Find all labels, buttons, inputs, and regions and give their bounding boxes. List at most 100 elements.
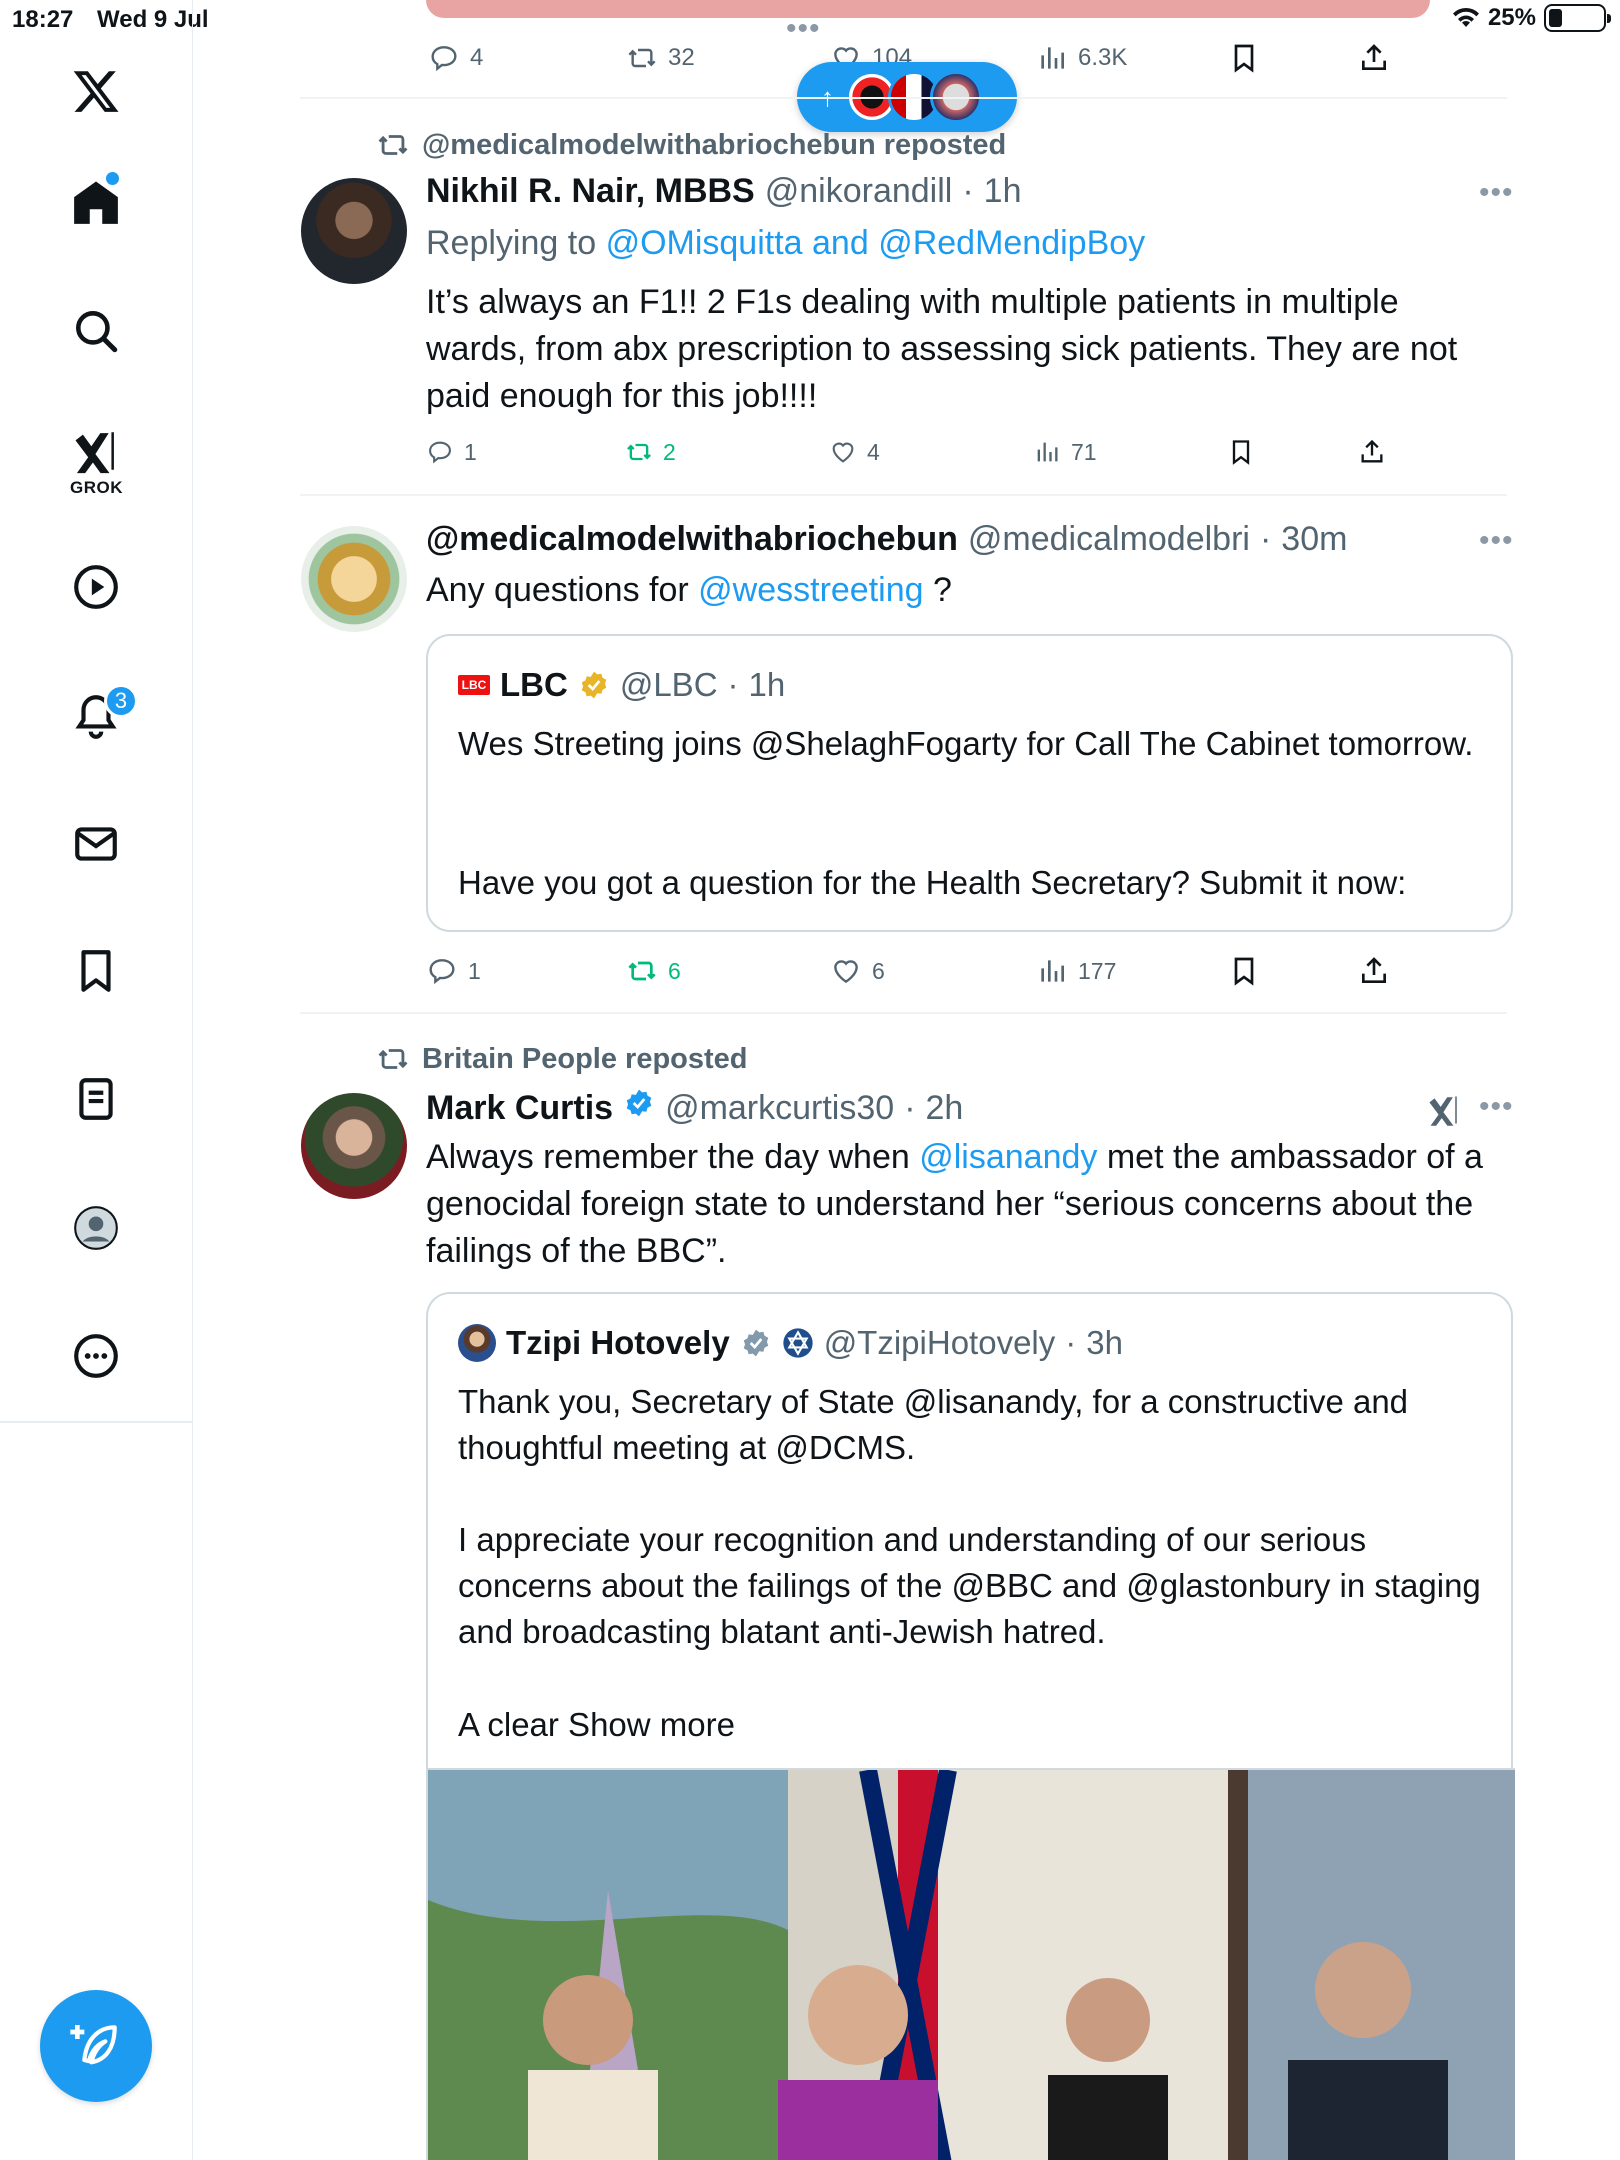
timeline-feed[interactable]: 4 32 104 6.3K ↑ @medicalmodelwithabrioch (193, 0, 1620, 2160)
post-text: Any questions for @wesstreeting ? (426, 567, 1496, 614)
mention-link[interactable]: @lisanandy (919, 1138, 1097, 1176)
quote-media-photo[interactable] (428, 1768, 1515, 2160)
like-button[interactable]: 4 (829, 438, 880, 466)
home-icon[interactable] (55, 162, 137, 244)
views-count: 71 (1071, 438, 1097, 465)
quote-time: 1h (748, 666, 786, 703)
verified-grey-badge-icon (743, 1329, 768, 1357)
compose-feather-icon (70, 2025, 117, 2065)
quoted-post[interactable]: Tzipi Hotovely @TzipiHotovely · 3h Thank… (426, 1292, 1515, 2160)
replying-to-label: Replying to (426, 224, 597, 262)
sidebar-divider (0, 1421, 193, 1423)
author-handle[interactable]: @medicalmodelbri (968, 520, 1250, 559)
post-more-button[interactable]: ••• (1479, 1090, 1514, 1124)
repost-attribution[interactable]: Britain People reposted (376, 1042, 748, 1076)
more-options-icon[interactable] (55, 1315, 137, 1397)
like-count: 4 (867, 438, 880, 465)
quote-show-more-text[interactable]: A clear Show more (458, 1702, 1488, 1748)
author-name[interactable]: Mark Curtis (426, 1089, 613, 1128)
post-text-prefix: Any questions for (426, 571, 689, 609)
reply-icon (429, 441, 451, 464)
quote-header: Tzipi Hotovely @TzipiHotovely · 3h (458, 1324, 1123, 1362)
views-button[interactable]: 177 (1036, 955, 1116, 987)
replying-to-line: Replying to @OMisquitta and @RedMendipBo… (426, 220, 1496, 267)
repost-icon (378, 1049, 408, 1069)
views-count: 6.3K (1078, 44, 1128, 71)
repost-count: 32 (668, 44, 695, 71)
dot-separator: · (904, 1089, 916, 1127)
reply-icon (429, 959, 455, 985)
repost-button[interactable]: 32 (626, 42, 695, 74)
avatar[interactable] (301, 526, 407, 632)
bookmark-icon (1234, 44, 1254, 73)
post-time[interactable]: 1h (984, 172, 1022, 211)
reply-count: 1 (468, 957, 481, 984)
heart-icon (834, 960, 858, 984)
share-icon (1362, 44, 1386, 70)
repost-icon (627, 443, 651, 461)
avatar[interactable] (301, 1093, 407, 1199)
quote-author-handle: @LBC (619, 666, 718, 703)
post-divider (300, 1012, 1507, 1014)
quote-text: I appreciate your recognition and unders… (458, 1521, 1481, 1650)
mention-link[interactable]: @wesstreeting (698, 571, 923, 609)
reply-icon (431, 46, 457, 72)
share-button[interactable] (1358, 955, 1390, 987)
x-logo-icon[interactable] (55, 50, 137, 132)
lbc-logo-icon: LBC (458, 675, 490, 695)
quoted-post[interactable]: LBC LBC @LBC · 1h Wes Streeting joins @S… (426, 634, 1513, 932)
dot-separator: · (1259, 520, 1272, 558)
messages-envelope-icon[interactable] (55, 803, 137, 885)
repost-button[interactable]: 6 (626, 955, 681, 987)
views-button[interactable]: 71 (1033, 438, 1097, 466)
post-more-button[interactable]: ••• (1479, 524, 1514, 558)
bookmark-button[interactable] (1228, 955, 1260, 987)
quote-avatar (458, 1324, 496, 1362)
repost-count: 6 (668, 957, 681, 984)
dot-separator: · (962, 172, 974, 210)
post-header: Nikhil R. Nair, MBBS @nikorandill · 1h (426, 172, 1022, 211)
avatar[interactable] (301, 178, 407, 284)
post-text: Always remember the day when @lisanandy … (426, 1134, 1496, 1275)
share-button[interactable] (1358, 42, 1390, 74)
post-more-button[interactable]: ••• (1479, 176, 1514, 210)
bookmark-button[interactable] (1227, 438, 1255, 466)
repost-button[interactable]: 2 (625, 438, 676, 466)
like-count: 6 (872, 957, 885, 984)
previous-post-media-edge (426, 0, 1430, 18)
views-button[interactable]: 6.3K (1036, 42, 1127, 74)
quote-header: LBC LBC @LBC · 1h (458, 666, 785, 704)
replying-to-links[interactable]: @OMisquitta and @RedMendipBoy (606, 224, 1146, 262)
author-name[interactable]: @medicalmodelwithabriochebun (426, 520, 958, 559)
post-actions: 1 6 6 177 (193, 951, 1620, 991)
grok-explain-icon[interactable] (1426, 1092, 1462, 1128)
author-handle[interactable]: @nikorandill (765, 172, 953, 211)
like-button[interactable]: 6 (830, 955, 885, 987)
video-play-icon[interactable] (55, 546, 137, 628)
dot-separator: · (1065, 1324, 1077, 1361)
profile-avatar-icon[interactable] (55, 1187, 137, 1269)
repost-icon (628, 961, 656, 981)
post-header: @medicalmodelwithabriochebun @medicalmod… (426, 520, 1347, 559)
reply-button[interactable]: 4 (428, 42, 483, 74)
reply-button[interactable]: 1 (426, 438, 477, 466)
post-time[interactable]: 30m (1281, 520, 1347, 559)
bookmarks-icon[interactable] (55, 930, 137, 1012)
repost-attribution-text: @medicalmodelwithabriochebun reposted (422, 128, 1007, 161)
lists-icon[interactable] (55, 1058, 137, 1140)
dot-separator: · (727, 666, 739, 703)
author-handle[interactable]: @markcurtis30 (665, 1089, 894, 1128)
meeting-photo-image (428, 1770, 1515, 2160)
post-time[interactable]: 2h (926, 1089, 964, 1128)
post-text-suffix: ? (933, 571, 952, 609)
search-icon[interactable] (55, 290, 137, 372)
share-button[interactable] (1358, 438, 1386, 466)
reply-button[interactable]: 1 (426, 955, 481, 987)
compose-post-button[interactable] (40, 1990, 152, 2102)
views-bar-chart-icon (1041, 47, 1064, 69)
repost-attribution[interactable]: @medicalmodelwithabriochebun reposted (376, 128, 1006, 162)
author-name[interactable]: Nikhil R. Nair, MBBS (426, 172, 755, 211)
post-divider (300, 97, 1507, 99)
bookmark-button[interactable] (1228, 42, 1260, 74)
heart-icon (832, 442, 854, 463)
